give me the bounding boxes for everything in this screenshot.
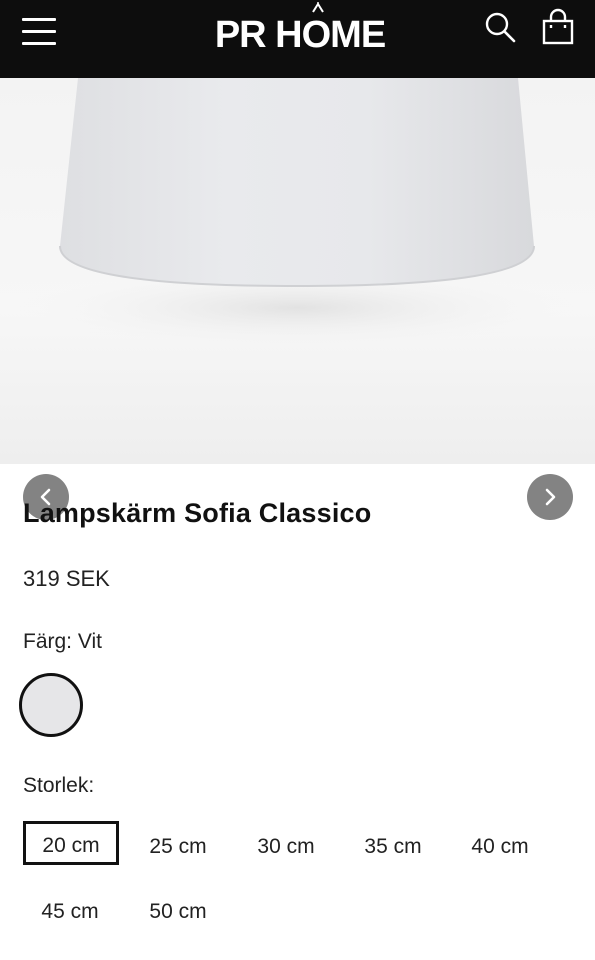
size-option-30[interactable]: 30 cm xyxy=(239,825,333,869)
chevron-right-icon[interactable] xyxy=(527,474,573,520)
size-option-45[interactable]: 45 cm xyxy=(23,890,117,934)
hamburger-menu-icon[interactable] xyxy=(22,16,58,48)
size-option-50[interactable]: 50 cm xyxy=(131,890,225,934)
top-navigation-bar: PR HOME xyxy=(0,0,595,78)
size-label: Storlek: xyxy=(23,774,95,797)
search-icon[interactable] xyxy=(482,10,518,46)
color-swatch-white[interactable] xyxy=(19,673,83,737)
size-option-40[interactable]: 40 cm xyxy=(453,825,547,869)
lampshade-image xyxy=(17,78,577,348)
shopping-bag-icon[interactable] xyxy=(540,8,576,46)
size-option-25[interactable]: 25 cm xyxy=(131,825,225,869)
size-option-20[interactable]: 20 cm xyxy=(23,821,119,865)
product-title: Lampskärm Sofia Classico xyxy=(23,498,372,528)
size-option-35[interactable]: 35 cm xyxy=(346,825,440,869)
product-price: 319 SEK xyxy=(23,566,110,591)
product-image xyxy=(0,78,595,464)
color-label: Färg: Vit xyxy=(23,630,102,653)
logo-bulb-mark xyxy=(312,2,324,13)
brand-logo[interactable]: PR HOME xyxy=(205,12,395,58)
